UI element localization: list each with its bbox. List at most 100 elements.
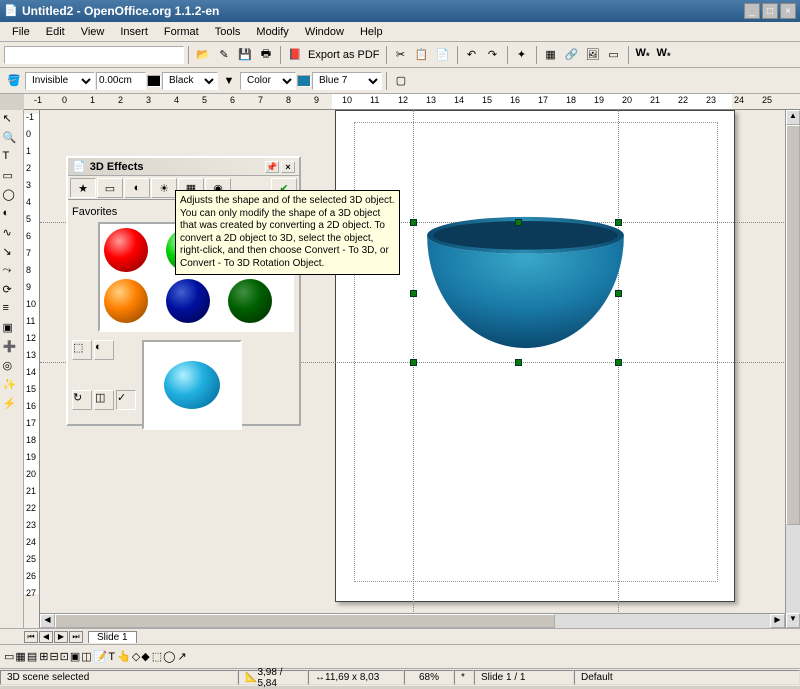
- fill-name-combo[interactable]: Blue 7: [312, 72, 382, 90]
- rotate-icon[interactable]: ⟳: [3, 283, 21, 301]
- interaction-icon[interactable]: ⚡: [3, 397, 21, 415]
- ellipse-icon[interactable]: ◯: [3, 188, 21, 206]
- fill-type-combo[interactable]: Color: [240, 72, 296, 90]
- menu-format[interactable]: Format: [156, 24, 207, 40]
- horizontal-scrollbar[interactable]: ◀ ▶: [40, 613, 785, 628]
- undo-icon[interactable]: ↶: [462, 45, 482, 65]
- update-button[interactable]: ↻: [72, 390, 92, 410]
- handle-tm[interactable]: [515, 219, 522, 226]
- insert-icon[interactable]: ➕: [3, 340, 21, 358]
- line-arrow-icon[interactable]: ↘: [3, 245, 21, 263]
- perspective-button[interactable]: ◫: [94, 390, 114, 410]
- assign-button[interactable]: ✓: [116, 390, 136, 410]
- favorite-dark-green-icon[interactable]: [228, 279, 272, 323]
- handle-ml[interactable]: [410, 290, 417, 297]
- view-mode1-icon[interactable]: ▭: [4, 650, 14, 663]
- redo-icon[interactable]: ↷: [483, 45, 503, 65]
- handle-bm[interactable]: [515, 359, 522, 366]
- panel-close-button[interactable]: ×: [281, 161, 295, 173]
- view-mode2-icon[interactable]: ▦: [15, 650, 25, 663]
- contour-icon[interactable]: ◯: [163, 650, 175, 663]
- fill-dropdown-icon[interactable]: ▼: [219, 71, 239, 91]
- hyperlink-icon[interactable]: 🔗: [562, 45, 582, 65]
- copy-icon[interactable]: 📋: [412, 45, 432, 65]
- maximize-button[interactable]: □: [762, 3, 778, 19]
- 3d-controller-icon[interactable]: ◎: [3, 359, 21, 377]
- double-click-icon[interactable]: 👆: [117, 650, 131, 663]
- drawing-canvas[interactable]: 📄 3D Effects 📌 × ★ ▭ ◐ ☀ ▦ ◉ ✔ Favorites: [40, 110, 800, 628]
- tab-illumination-icon[interactable]: ☀: [151, 178, 177, 198]
- panel-pin-button[interactable]: 📌: [265, 161, 279, 173]
- status-layout[interactable]: Default: [574, 670, 800, 685]
- large-handles-icon[interactable]: ◆: [141, 650, 149, 663]
- open-icon[interactable]: 📂: [193, 45, 213, 65]
- exit-group-icon[interactable]: ↗: [177, 650, 186, 663]
- paintcan-icon[interactable]: 🪣: [4, 71, 24, 91]
- menu-view[interactable]: View: [73, 24, 113, 40]
- menu-insert[interactable]: Insert: [112, 24, 156, 40]
- print-icon[interactable]: 🖶: [256, 45, 276, 65]
- handle-bl[interactable]: [410, 359, 417, 366]
- save-icon[interactable]: 💾: [235, 45, 255, 65]
- pdf-icon[interactable]: 📕: [285, 45, 305, 65]
- last-slide-button[interactable]: ⏭: [69, 631, 83, 643]
- gallery-icon[interactable]: 🖼: [583, 45, 603, 65]
- line-color-swatch[interactable]: [147, 75, 161, 87]
- close-button[interactable]: ×: [780, 3, 796, 19]
- bold-w2-icon[interactable]: W*: [654, 45, 674, 65]
- paste-icon[interactable]: 📄: [433, 45, 453, 65]
- menu-window[interactable]: Window: [297, 24, 352, 40]
- connector-icon[interactable]: ⤳: [3, 264, 21, 282]
- menu-help[interactable]: Help: [352, 24, 391, 40]
- align-icon[interactable]: ≡: [3, 302, 21, 320]
- vertical-ruler[interactable]: -101234567891011121314151617181920212223…: [24, 110, 40, 628]
- grid-icon[interactable]: ▦: [541, 45, 561, 65]
- navigator-icon[interactable]: ✦: [512, 45, 532, 65]
- cut-icon[interactable]: ✂: [391, 45, 411, 65]
- fill-color-swatch[interactable]: [297, 75, 311, 87]
- menu-edit[interactable]: Edit: [38, 24, 73, 40]
- snap-points-icon[interactable]: ⊡: [60, 650, 69, 663]
- 3d-bowl-object[interactable]: [423, 216, 628, 351]
- favorite-orange-icon[interactable]: [104, 279, 148, 323]
- slide-tab[interactable]: Slide 1: [88, 631, 137, 643]
- bold-w-icon[interactable]: W*: [633, 45, 653, 65]
- arrange2-icon[interactable]: ▣: [3, 321, 21, 339]
- menu-modify[interactable]: Modify: [248, 24, 296, 40]
- handle-mr[interactable]: [615, 290, 622, 297]
- snap-grid-icon[interactable]: ⊞: [39, 650, 48, 663]
- export-pdf-button[interactable]: Export as PDF: [306, 49, 382, 61]
- convert-lathe-button[interactable]: ◐: [94, 340, 114, 360]
- url-combo[interactable]: [4, 46, 184, 64]
- arrange-icon[interactable]: ▭: [604, 45, 624, 65]
- curve-icon[interactable]: ∿: [3, 226, 21, 244]
- allow-quick-edit-icon[interactable]: 📝: [94, 650, 108, 663]
- menu-tools[interactable]: Tools: [207, 24, 249, 40]
- first-slide-button[interactable]: ⏮: [24, 631, 38, 643]
- status-zoom[interactable]: 68%: [404, 670, 454, 685]
- text-icon[interactable]: T: [3, 150, 21, 168]
- 3d-object-icon[interactable]: ◐: [3, 207, 21, 225]
- favorite-red-icon[interactable]: [104, 228, 148, 272]
- effects-icon[interactable]: ✨: [3, 378, 21, 396]
- tab-shading-icon[interactable]: ◐: [124, 178, 150, 198]
- view-mode3-icon[interactable]: ▤: [27, 650, 37, 663]
- horizontal-ruler[interactable]: -101234567891011121314151617181920212223…: [24, 94, 800, 110]
- zoom-icon[interactable]: 🔍: [3, 131, 21, 149]
- snap-frame-icon[interactable]: ◫: [81, 650, 91, 663]
- line-style-combo[interactable]: Invisible: [25, 72, 95, 90]
- vertical-scrollbar[interactable]: ▲ ▼: [785, 110, 800, 628]
- shadow-icon[interactable]: ▢: [391, 71, 411, 91]
- handle-tr[interactable]: [615, 219, 622, 226]
- minimize-button[interactable]: _: [744, 3, 760, 19]
- modify-object-icon[interactable]: ⬚: [152, 650, 162, 663]
- panel-titlebar[interactable]: 📄 3D Effects 📌 ×: [68, 158, 299, 176]
- menu-file[interactable]: File: [4, 24, 38, 40]
- select-text-icon[interactable]: T: [108, 651, 115, 663]
- convert-3d-button[interactable]: ⬚: [72, 340, 92, 360]
- snap-border-icon[interactable]: ▣: [70, 650, 80, 663]
- edit-file-icon[interactable]: ✎: [214, 45, 234, 65]
- handle-br[interactable]: [615, 359, 622, 366]
- line-width-input[interactable]: [96, 72, 146, 90]
- tab-geometry-icon[interactable]: ▭: [97, 178, 123, 198]
